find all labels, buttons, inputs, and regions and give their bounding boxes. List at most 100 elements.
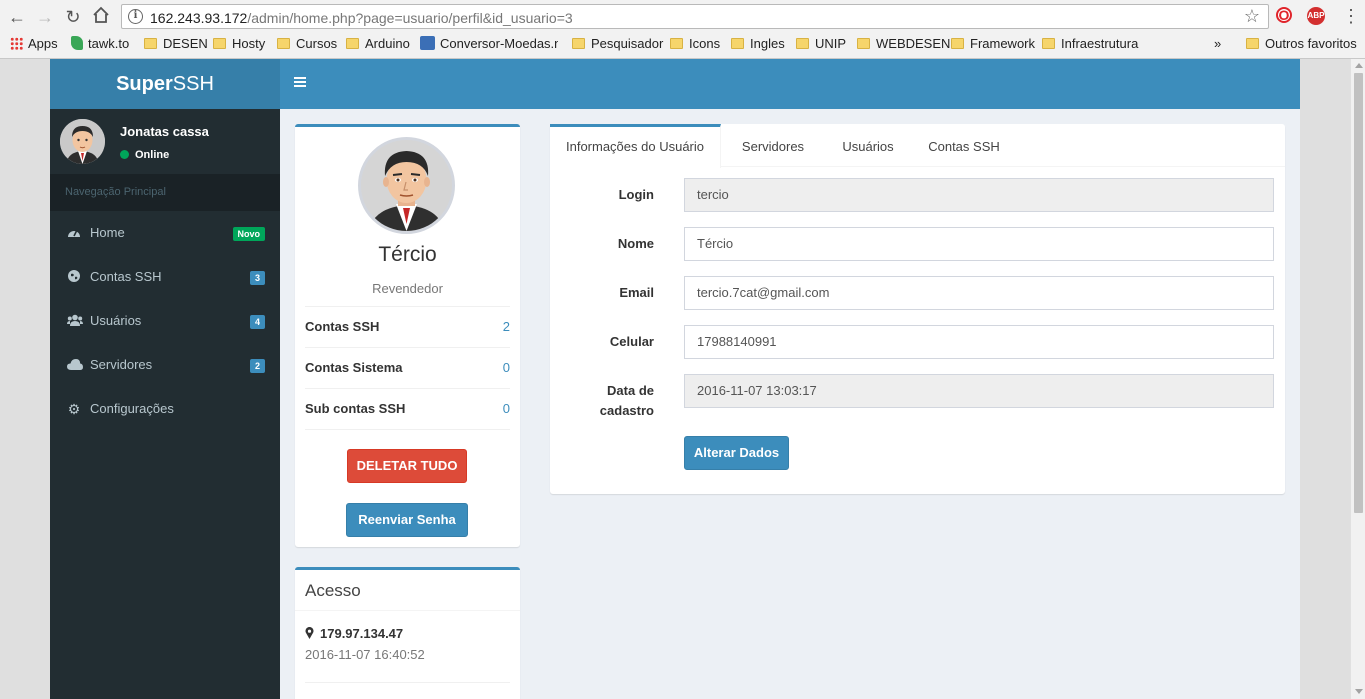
browser-chrome: ← → ↻ i 162.243.93.172/admin/home.php?pa… [0, 0, 1365, 59]
users-icon [67, 299, 83, 343]
scroll-down-icon[interactable] [1355, 689, 1363, 694]
app-logo[interactable]: SuperSSH [50, 59, 280, 109]
tab-usuarios[interactable]: Usuários [830, 124, 906, 167]
sidebar-item-servidores[interactable]: Servidores 2 [50, 343, 280, 387]
folder-icon [1246, 38, 1259, 49]
reload-icon[interactable]: ↻ [62, 6, 84, 28]
user-name: Jonatas cassa [120, 124, 209, 139]
bookmark-folder-framework[interactable]: Framework [951, 36, 1035, 52]
bookmark-conversor-moedas[interactable]: Conversor-Moedas.ne [420, 36, 558, 52]
bookmark-folder-unip[interactable]: UNIP [796, 36, 846, 52]
logo-bold-text: Super [116, 73, 173, 95]
delete-all-button[interactable]: DELETAR TUDO [347, 449, 467, 483]
back-arrow-icon[interactable]: ← [6, 6, 28, 28]
sidebar-item-home[interactable]: Home Novo [50, 211, 280, 255]
bookmark-label: Framework [970, 36, 1036, 51]
bookmark-star-icon[interactable]: ☆ [1244, 6, 1260, 27]
stat-row-contas-ssh: Contas SSH 2 [305, 306, 510, 347]
adblock-plus-icon[interactable]: ABP [1307, 7, 1325, 25]
folder-icon [857, 38, 870, 49]
address-bar[interactable]: i 162.243.93.172/admin/home.php?page=usu… [121, 4, 1269, 29]
sidebar: Jonatas cassa Online Navegação Principal… [50, 109, 280, 699]
login-field[interactable]: tercio [684, 178, 1274, 212]
home-icon[interactable] [90, 6, 112, 28]
site-icon [420, 36, 435, 50]
bookmark-tawkto[interactable]: tawk.to [71, 36, 129, 52]
login-label: Login [618, 187, 654, 202]
opera-extension-icon[interactable]: O [1276, 7, 1292, 23]
resend-password-button[interactable]: Reenviar Senha [346, 503, 468, 537]
bookmark-folder-infraestrutura[interactable]: Infraestrutura [1042, 36, 1138, 52]
stat-row-contas-sistema: Contas Sistema 0 [305, 347, 510, 388]
stat-value[interactable]: 0 [503, 348, 510, 388]
tab-servidores[interactable]: Servidores [730, 124, 816, 167]
bookmark-folder-pesquisador[interactable]: Pesquisador [572, 36, 663, 52]
nome-field[interactable]: Tércio [684, 227, 1274, 261]
bookmark-folder-webdesen[interactable]: WEBDESEN [857, 36, 950, 52]
label-line: cadastro [599, 403, 654, 418]
gear-icon: ⚙ [67, 401, 81, 417]
bookmark-label: WEBDESEN [876, 36, 951, 51]
avatar [60, 119, 105, 164]
stat-value[interactable]: 0 [503, 389, 510, 429]
bookmark-other-favorites[interactable]: Outros favoritos [1246, 36, 1357, 52]
user-status: Online [120, 149, 169, 161]
sidebar-item-contas-ssh[interactable]: Contas SSH 3 [50, 255, 280, 299]
scroll-up-icon[interactable] [1355, 63, 1363, 68]
access-ip-value: 179.97.134.47 [320, 626, 404, 641]
scroll-thumb[interactable] [1354, 73, 1363, 513]
url-text[interactable]: 162.243.93.172/admin/home.php?page=usuar… [150, 10, 573, 26]
access-card: Acesso 179.97.134.47 2016-11-07 16:40:52 [295, 567, 520, 699]
email-label: Email [619, 285, 654, 300]
email-field[interactable]: tercio.7cat@gmail.com [684, 276, 1274, 310]
bookmark-folder-arduino[interactable]: Arduino [346, 36, 410, 52]
bookmark-label: UNIP [815, 36, 847, 51]
count-badge: 2 [249, 359, 265, 373]
user-info-panel: Informações do Usuário Servidores Usuári… [550, 124, 1285, 494]
browser-menu-icon[interactable]: ⋮ [1342, 7, 1360, 25]
sidebar-item-label: Home [90, 225, 125, 240]
count-badge: 3 [249, 271, 265, 285]
site-info-icon[interactable]: i [128, 9, 143, 24]
forward-arrow-icon[interactable]: → [34, 6, 56, 28]
bookmark-folder-desen[interactable]: DESEN [144, 36, 208, 52]
data-cadastro-field[interactable]: 2016-11-07 13:03:17 [684, 374, 1274, 408]
folder-icon [213, 38, 226, 49]
globe-icon [67, 255, 81, 299]
page-scrollbar[interactable] [1350, 59, 1365, 699]
sidebar-item-usuarios[interactable]: Usuários 4 [50, 299, 280, 343]
bookmark-folder-icons[interactable]: Icons [670, 36, 720, 52]
tawkto-icon [71, 36, 83, 50]
tab-informacoes-usuario[interactable]: Informações do Usuário [550, 124, 721, 168]
tab-contas-ssh[interactable]: Contas SSH [918, 124, 1010, 167]
sidebar-toggle-icon[interactable] [294, 77, 306, 87]
bookmark-label: Hosty [232, 36, 266, 51]
bookmarks-bar: Apps tawk.to DESEN Hosty Cursos Arduino … [0, 33, 1365, 55]
bookmark-folder-hosty[interactable]: Hosty [213, 36, 265, 52]
bookmark-label: Ingles [750, 36, 785, 51]
stat-value[interactable]: 2 [503, 307, 510, 347]
opera-label: O [1278, 7, 1290, 23]
bookmark-folder-cursos[interactable]: Cursos [277, 36, 337, 52]
top-navbar: SuperSSH [50, 59, 1300, 109]
bookmark-folder-ingles[interactable]: Ingles [731, 36, 785, 52]
sidebar-item-label: Contas SSH [90, 269, 162, 284]
divider [305, 682, 510, 683]
abp-label: ABP [1307, 11, 1325, 20]
sidebar-item-label: Servidores [90, 357, 153, 372]
save-button[interactable]: Alterar Dados [684, 436, 789, 470]
celular-label: Celular [609, 334, 654, 349]
bookmark-apps[interactable]: Apps [10, 36, 58, 52]
bookmark-label: Pesquisador [591, 36, 664, 51]
sidebar-item-configuracoes[interactable]: ⚙ Configurações [50, 387, 280, 431]
tab-strip: Informações do Usuário Servidores Usuári… [550, 124, 1285, 168]
nome-label: Nome [617, 236, 654, 251]
celular-field[interactable]: 17988140991 [684, 325, 1274, 359]
sidebar-item-label: Configurações [90, 401, 174, 416]
admin-app: SuperSSH Jonatas cassa Online Navegação … [50, 59, 1300, 699]
folder-icon [670, 38, 683, 49]
bookmarks-overflow-button[interactable]: » [1214, 36, 1221, 52]
profile-card: Tércio Revendedor Contas SSH 2 Contas Si… [295, 124, 520, 547]
divider [305, 429, 510, 430]
access-date: 2016-11-07 16:40:52 [305, 647, 425, 662]
